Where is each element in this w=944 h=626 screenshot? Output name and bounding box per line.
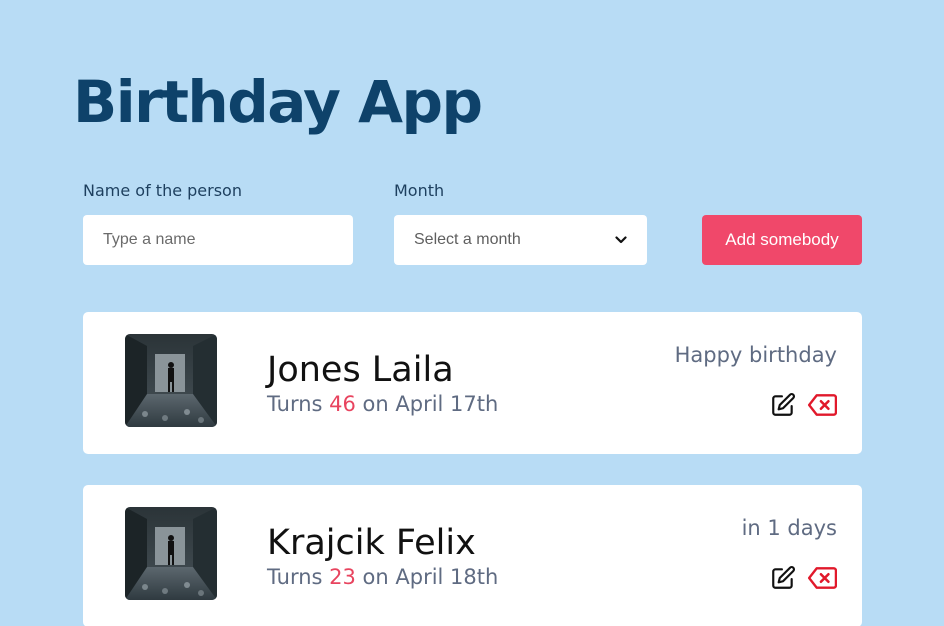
page: Birthday App Name of the person Month Se…	[0, 0, 944, 626]
person-name: Jones Laila	[267, 350, 454, 390]
add-somebody-button[interactable]: Add somebody	[702, 215, 862, 265]
name-input[interactable]	[83, 215, 353, 265]
person-birthday-info: Turns 23 on April 18th	[267, 565, 498, 589]
edit-icon[interactable]	[770, 565, 796, 591]
birthday-status: Happy birthday	[674, 343, 837, 367]
person-name: Krajcik Felix	[267, 523, 476, 563]
turns-label: Turns	[267, 392, 330, 416]
name-label: Name of the person	[83, 181, 242, 200]
month-label: Month	[394, 181, 445, 200]
birthday-date: on April 17th	[355, 392, 499, 416]
edit-icon[interactable]	[770, 392, 796, 418]
page-title: Birthday App	[73, 68, 483, 136]
month-select[interactable]: Select a month	[394, 215, 647, 265]
avatar	[125, 507, 217, 600]
delete-icon[interactable]	[807, 565, 837, 591]
birthday-status: in 1 days	[741, 516, 837, 540]
chevron-down-icon	[615, 236, 627, 244]
birthday-card: Jones Laila Turns 46 on April 17th Happy…	[83, 312, 862, 454]
age-value: 23	[329, 565, 356, 589]
age-value: 46	[329, 392, 356, 416]
month-select-value: Select a month	[414, 231, 521, 248]
person-birthday-info: Turns 46 on April 17th	[267, 392, 498, 416]
turns-label: Turns	[267, 565, 330, 589]
birthday-card: Krajcik Felix Turns 23 on April 18th in …	[83, 485, 862, 626]
avatar	[125, 334, 217, 427]
delete-icon[interactable]	[807, 392, 837, 418]
birthday-date: on April 18th	[355, 565, 499, 589]
